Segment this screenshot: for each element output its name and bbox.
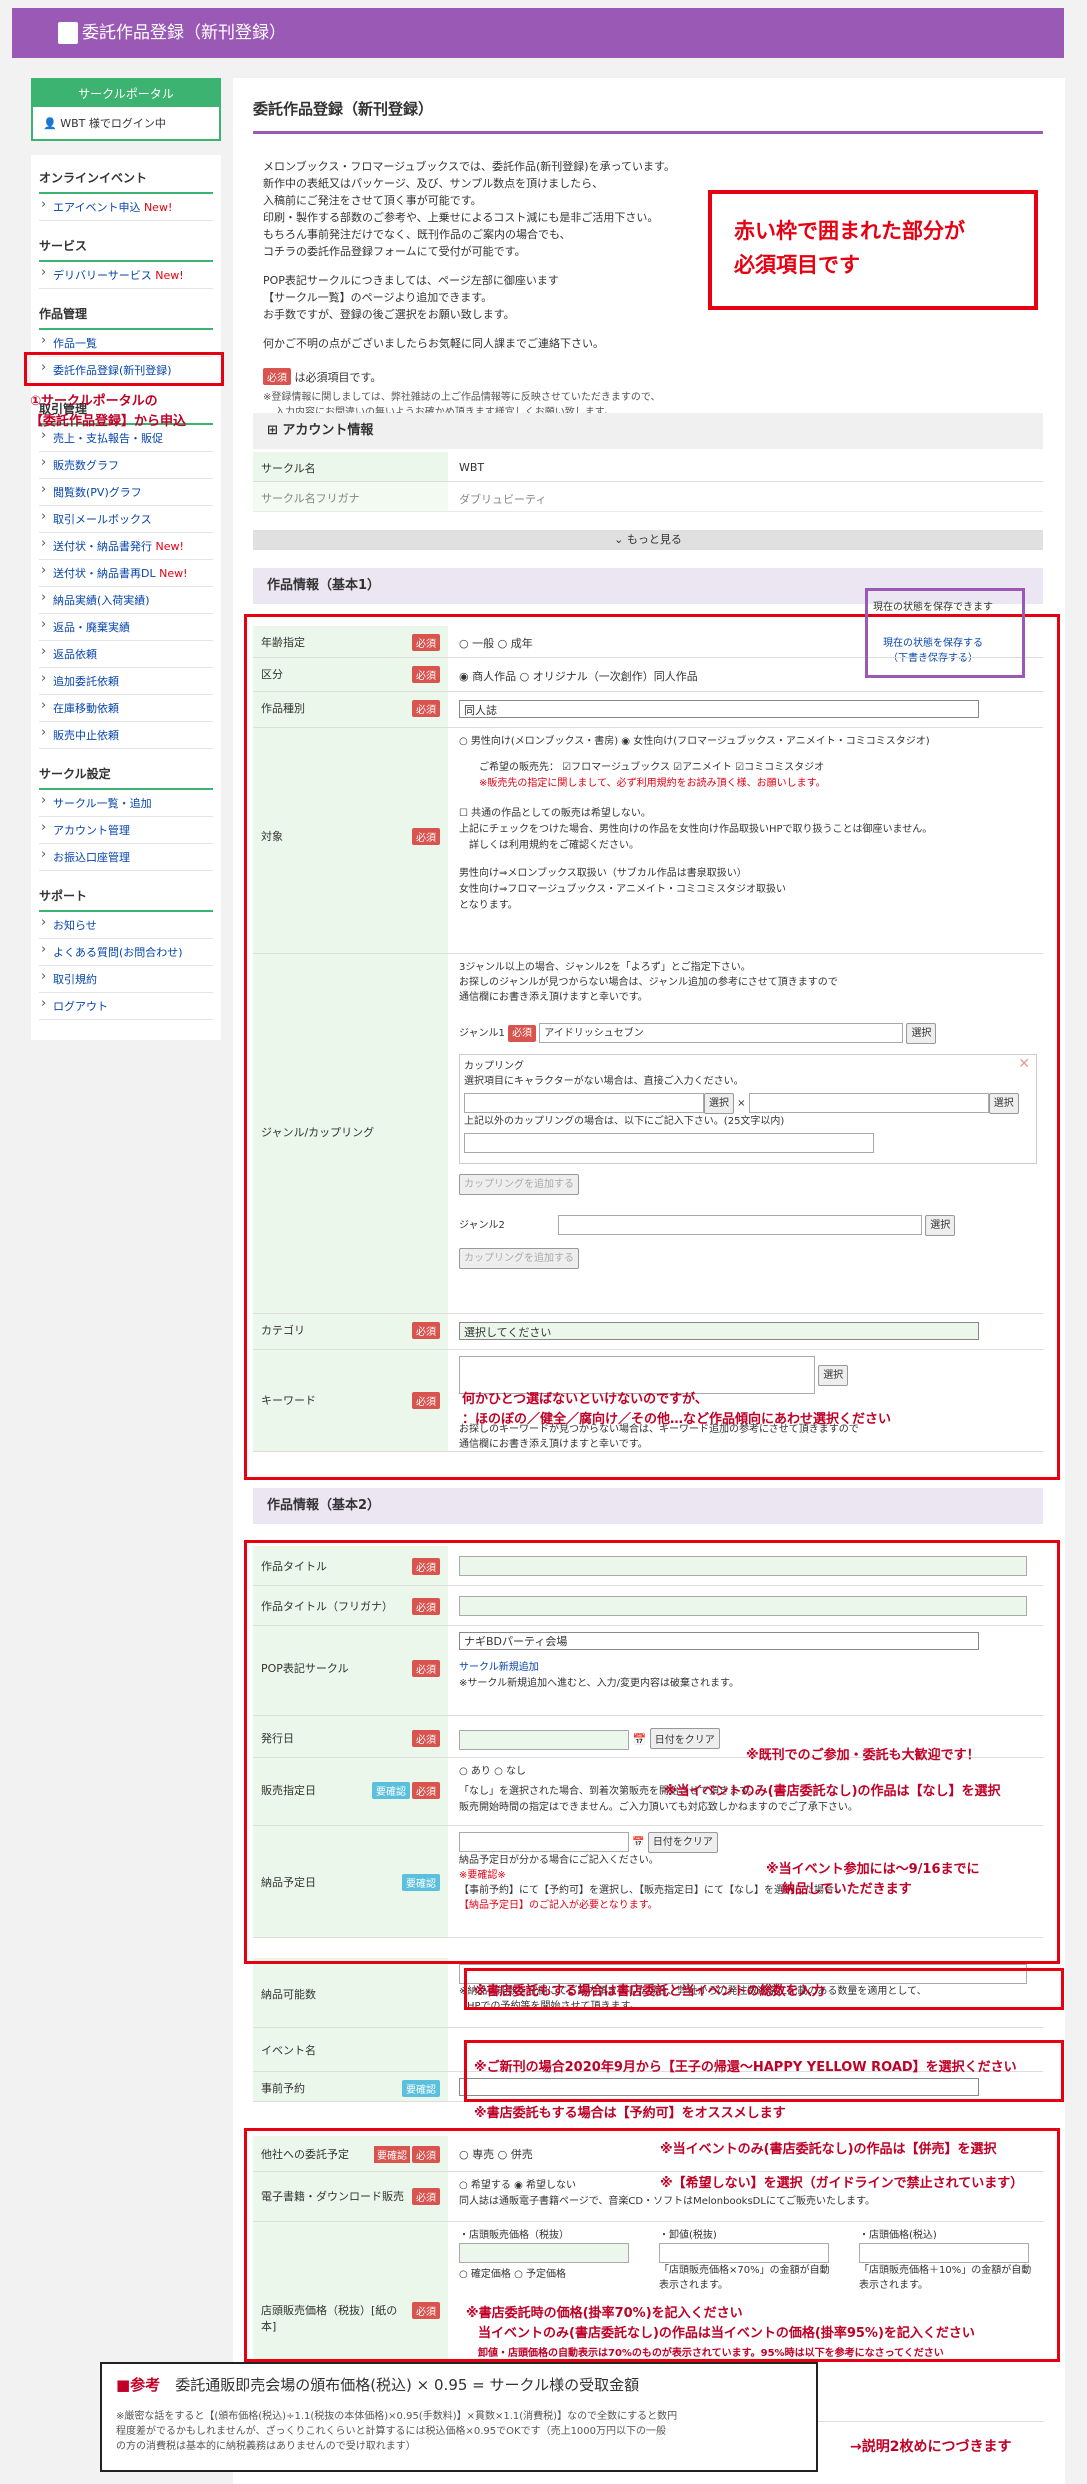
sidebar-item[interactable]: 取引規約 xyxy=(39,966,213,993)
portal-title[interactable]: サークルポータル xyxy=(33,80,219,107)
sidebar-heading: オンラインイベント xyxy=(39,163,213,194)
sidebar-item[interactable]: 在庫移動依頼 xyxy=(39,695,213,722)
sidebar-item[interactable]: デリバリーサービス New! xyxy=(39,262,213,289)
user-icon: 👤 xyxy=(43,117,61,130)
side-menu: オンラインイベントエアイベント申込 New! サービスデリバリーサービス New!… xyxy=(31,155,221,1040)
basic2-section: 作品情報（基本2） xyxy=(253,1488,1043,1524)
delivery-annotation: ※当イベント参加には～9/16までに 納品していただきます xyxy=(766,1862,980,1897)
other-annotation: ※当イベントのみ(書店委託なし)の作品は【併売】を選択 xyxy=(660,2142,997,2157)
sidebar-item[interactable]: 送付状・納品書発行 New! xyxy=(39,533,213,560)
sidebar-item[interactable]: エアイベント申込 New! xyxy=(39,194,213,221)
login-status: 👤 WBT 様でログイン中 xyxy=(43,117,166,130)
sidebar-heading: 作品管理 xyxy=(39,299,213,330)
price-annotation-2: 当イベントのみ(書店委託なし)の作品は当イベントの価格(掛率95%)を記入くださ… xyxy=(478,2326,975,2341)
sidebar-item[interactable]: 納品実績(入荷実績) xyxy=(39,587,213,614)
sales-annotation: ※当イベントのみ(書店委託なし)の作品は【なし】を選択 xyxy=(664,1784,1001,1799)
header-title: 委託作品登録（新刊登録） xyxy=(82,23,286,43)
price-annotation-3: 卸値・店頭価格の自動表示は70%のものが表示されています。95%時は以下を参考に… xyxy=(478,2348,944,2359)
sidebar-item[interactable]: アカウント管理 xyxy=(39,817,213,844)
sidebar-item[interactable]: よくある質問(お問合わせ) xyxy=(39,939,213,966)
sidebar-annotation: ①サークルポータルの 【委託作品登録】から申込 xyxy=(30,394,187,429)
required-notice: 赤い枠で囲まれた部分が 必須項目です xyxy=(708,190,1038,310)
keyword-annotation: 何かひとつ選ばないといけないのですが、 ：ほのぼの／健全／腐向け／その他…など作品… xyxy=(462,1392,892,1427)
sidebar-item[interactable]: 販売中止依頼 xyxy=(39,722,213,749)
document-icon xyxy=(58,22,78,44)
sidebar: サークルポータル 👤 WBT 様でログイン中 オンラインイベントエアイベント申込… xyxy=(31,78,221,1040)
issue-annotation: ※既刊でのご参加・委託も大歓迎です！ xyxy=(746,1748,980,1763)
sidebar-item[interactable]: 閲覧数(PV)グラフ xyxy=(39,479,213,506)
basic1-required-frame xyxy=(244,614,1060,1480)
sidebar-item[interactable]: サークル一覧・追加 xyxy=(39,790,213,817)
sidebar-heading: サークル設定 xyxy=(39,759,213,790)
chevron-down-icon: ⌄ xyxy=(614,533,627,546)
required-note: 必須 は必須項目です。 xyxy=(263,368,381,385)
page-header: 委託作品登録（新刊登録） xyxy=(12,8,1064,58)
sidebar-item[interactable]: 取引メールボックス xyxy=(39,506,213,533)
ebook-annotation: ※【希望しない】を選択（ガイドラインで禁止されています） xyxy=(660,2176,1024,2191)
save-frame xyxy=(865,588,1025,678)
sidebar-item[interactable]: お振込口座管理 xyxy=(39,844,213,871)
page-title: 委託作品登録（新刊登録） xyxy=(253,98,1043,134)
sidebar-item[interactable]: 追加委託依頼 xyxy=(39,668,213,695)
qty-annotation: ※書店委託もする場合は書店委託と当イベントの総数を入力 xyxy=(474,1984,825,1999)
show-more-button[interactable]: ⌄ もっと見る xyxy=(253,530,1043,550)
reference-box: ■参考 委託通販即売会場の頒布価格(税込) × 0.95 = サークル様の受取金… xyxy=(100,2362,818,2472)
price-annotation-1: ※書店委託時の価格(掛率70%)を記入ください xyxy=(466,2306,743,2321)
sidebar-highlight xyxy=(24,352,224,386)
sidebar-item[interactable]: お知らせ xyxy=(39,912,213,939)
preorder-annotation: ※書店委託もする場合は【予約可】をオススメします xyxy=(474,2102,786,2121)
sidebar-item[interactable]: 送付状・納品書再DL New! xyxy=(39,560,213,587)
sidebar-item[interactable]: 返品依頼 xyxy=(39,641,213,668)
event-annotation: ※ご新刊の場合2020年9月から【王子の帰還～HAPPY YELLOW ROAD… xyxy=(474,2060,1017,2075)
continue-note: →説明2枚めにつづきます xyxy=(850,2439,1012,2455)
portal-box: サークルポータル 👤 WBT 様でログイン中 xyxy=(31,78,221,141)
circle-name-row: サークル名 WBT xyxy=(253,452,1043,482)
sidebar-item[interactable]: 返品・廃棄実績 xyxy=(39,614,213,641)
account-section[interactable]: ⊞ アカウント情報 xyxy=(253,413,1043,449)
plus-icon: ⊞ xyxy=(267,423,283,438)
sidebar-heading: サポート xyxy=(39,881,213,912)
sidebar-heading: サービス xyxy=(39,231,213,262)
sidebar-item[interactable]: 販売数グラフ xyxy=(39,452,213,479)
circle-kana-row: サークル名フリガナ ダブリュビーティ xyxy=(253,482,1043,512)
sidebar-item[interactable]: ログアウト xyxy=(39,993,213,1020)
intro-text: メロンブックス・フロマージュブックスでは、委託作品(新刊登録)を承っています。新… xyxy=(263,160,675,350)
